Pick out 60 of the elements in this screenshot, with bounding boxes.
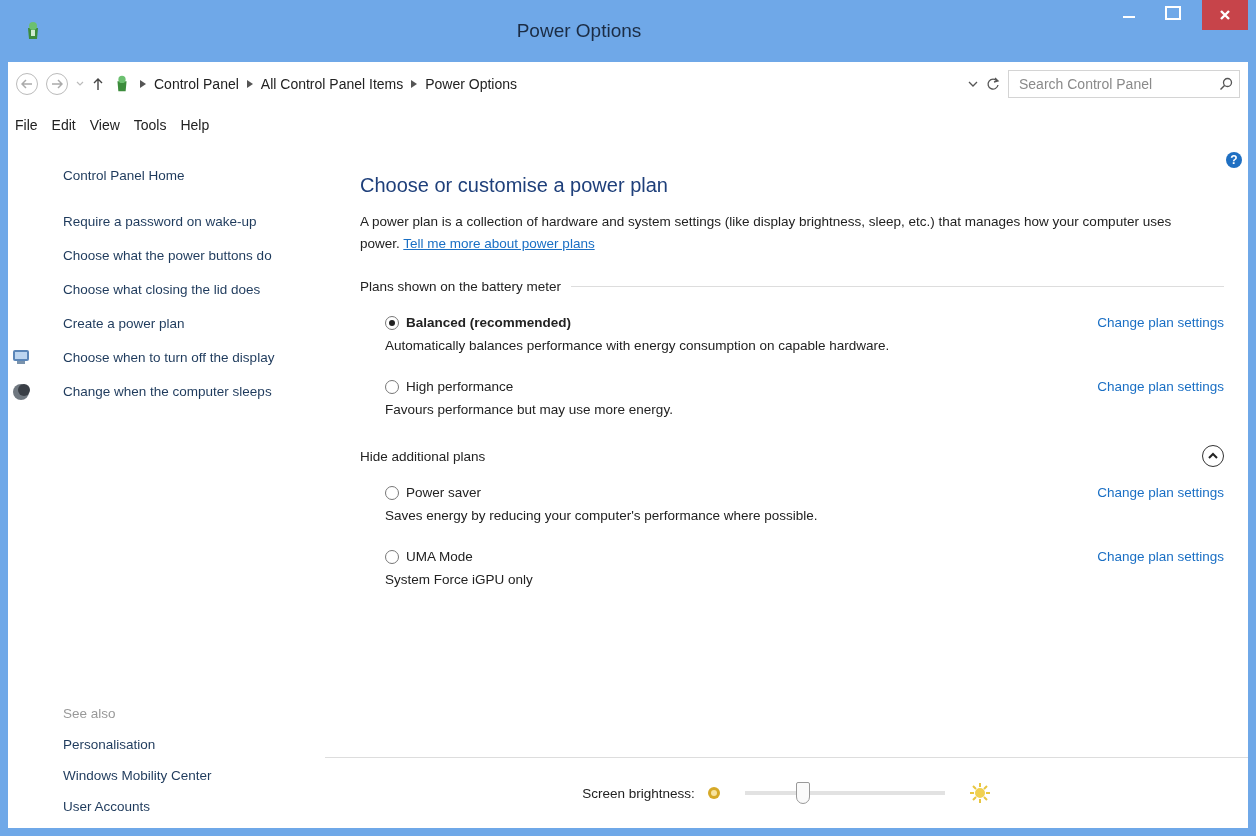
change-plan-link[interactable]: Change plan settings bbox=[1097, 315, 1224, 330]
search-field[interactable]: Search Control Panel bbox=[1008, 70, 1240, 98]
change-plan-link[interactable]: Change plan settings bbox=[1097, 549, 1224, 564]
plan-description: Automatically balances performance with energy consumption on capable hardware. bbox=[385, 338, 891, 353]
close-button[interactable] bbox=[1202, 0, 1248, 30]
toggle-link[interactable]: Hide additional plans bbox=[360, 448, 486, 464]
menu-item[interactable]: Help bbox=[173, 117, 217, 133]
sidebar-link[interactable]: Choose what closing the lid does bbox=[63, 279, 278, 300]
sidebar-link[interactable]: Create a power plan bbox=[63, 313, 278, 334]
page-heading: Choose or customise a power plan bbox=[360, 174, 669, 197]
breadcrumb-arrow-icon[interactable] bbox=[411, 80, 418, 88]
sidebar-link[interactable]: Require a password on wake-up bbox=[63, 211, 278, 232]
change-plan-link[interactable]: Change plan settings bbox=[1097, 485, 1224, 500]
menu-item[interactable]: Tools bbox=[126, 117, 174, 133]
sidebar-link[interactable]: User Accounts bbox=[63, 799, 151, 814]
see-also-heading: See also bbox=[63, 706, 117, 721]
recent-dropdown-icon[interactable] bbox=[76, 81, 84, 87]
change-plan-link[interactable]: Change plan settings bbox=[1097, 379, 1224, 394]
plan-description: Saves energy by reducing your computer's performance where possible. bbox=[385, 508, 819, 523]
sidebar-link[interactable]: Control Panel Home bbox=[63, 168, 185, 183]
plan-name[interactable]: High performance bbox=[406, 379, 1091, 394]
plan-name[interactable]: UMA Mode bbox=[406, 549, 1091, 564]
plan-name[interactable]: Balanced (recommended) bbox=[406, 315, 1091, 330]
help-button[interactable]: ? bbox=[1226, 152, 1242, 168]
bright-sun-icon bbox=[968, 782, 991, 804]
help-link[interactable]: Tell me more about power plans bbox=[403, 236, 595, 251]
moon-icon bbox=[12, 383, 30, 401]
close-icon[interactable] bbox=[1219, 9, 1231, 21]
sidebar-link[interactable]: Choose when to turn off the display bbox=[63, 347, 278, 368]
search-icon[interactable] bbox=[1219, 77, 1233, 91]
menu-item[interactable]: View bbox=[82, 117, 127, 133]
group-heading: Plans shown on the battery meter bbox=[360, 278, 562, 294]
breadcrumb-link[interactable]: Control Panel bbox=[154, 76, 239, 92]
window-title: Power Options bbox=[515, 20, 643, 42]
refresh-icon[interactable] bbox=[986, 77, 1000, 91]
breadcrumb-arrow-icon[interactable] bbox=[140, 80, 146, 88]
breadcrumb-link[interactable]: Power Options bbox=[425, 76, 518, 92]
plan-description: Favours performance but may use more energy. bbox=[385, 402, 674, 417]
menu-item[interactable]: File bbox=[8, 117, 45, 133]
maximize-icon[interactable] bbox=[1165, 6, 1181, 20]
breadcrumb-arrow-icon[interactable] bbox=[246, 80, 253, 88]
sidebar-link[interactable]: Choose what the power buttons do bbox=[63, 245, 278, 266]
breadcrumb-link[interactable]: All Control Panel Items bbox=[260, 76, 404, 92]
forward-arrow-icon[interactable] bbox=[51, 79, 63, 89]
dim-sun-icon bbox=[706, 786, 721, 800]
back-arrow-icon[interactable] bbox=[21, 79, 33, 89]
search-input[interactable]: Search Control Panel bbox=[1017, 75, 1219, 93]
sidebar-link[interactable]: Windows Mobility Center bbox=[63, 768, 212, 783]
monitor-icon bbox=[12, 349, 30, 365]
sidebar-link[interactable]: Change when the computer sleeps bbox=[63, 381, 278, 402]
plan-description: System Force iGPU only bbox=[385, 572, 534, 587]
chevron-up-icon[interactable] bbox=[1208, 452, 1218, 460]
brightness-label: Screen brightness: bbox=[582, 785, 695, 801]
menu-item[interactable]: Edit bbox=[44, 117, 83, 133]
plan-name[interactable]: Power saver bbox=[406, 485, 1091, 500]
up-arrow-icon[interactable] bbox=[92, 77, 104, 91]
dropdown-icon[interactable] bbox=[968, 80, 978, 88]
sidebar-link[interactable]: Personalisation bbox=[63, 737, 156, 752]
slider-thumb[interactable] bbox=[795, 782, 810, 804]
intro-paragraph: A power plan is a collection of hardware and system settings (like display brightness, sleep, etc.) that manages how your computer uses power. Tell me more about power plans bbox=[360, 213, 1173, 253]
